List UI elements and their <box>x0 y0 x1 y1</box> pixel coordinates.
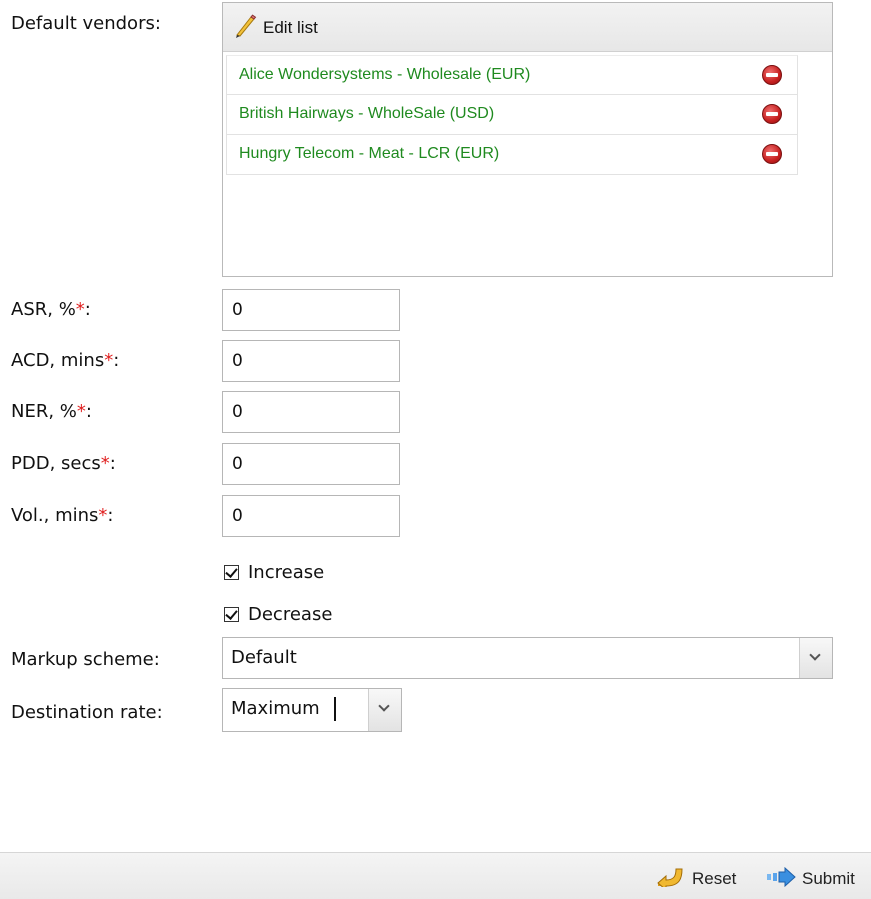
ner-label-text: NER, % <box>11 401 77 422</box>
destination-rate-label: Destination rate: <box>11 702 163 723</box>
remove-icon[interactable] <box>762 104 782 124</box>
submit-label: Submit <box>802 869 855 888</box>
ner-input[interactable] <box>222 391 400 433</box>
vendors-toolbar: Edit list <box>223 3 832 52</box>
asr-input[interactable] <box>222 289 400 331</box>
colon: : <box>109 453 116 474</box>
vendor-link[interactable]: Hungry Telecom - Meat - LCR (EUR) <box>239 145 499 163</box>
acd-label-text: ACD, mins <box>11 350 105 371</box>
reset-button[interactable]: Reset <box>656 867 737 892</box>
required-mark: * <box>75 299 85 320</box>
decrease-checkbox[interactable] <box>224 607 239 622</box>
edit-list-button[interactable]: Edit list <box>233 13 318 43</box>
increase-label: Increase <box>248 562 325 583</box>
required-mark: * <box>100 453 110 474</box>
vendor-settings-form: Default vendors: Edit list Alice Wonders… <box>0 0 871 899</box>
vendors-panel: Edit list Alice Wondersystems - Wholesal… <box>222 2 833 277</box>
colon: : <box>107 505 114 526</box>
chevron-down-icon[interactable] <box>368 689 401 731</box>
reset-label: Reset <box>692 869 737 888</box>
pencil-icon <box>233 13 257 43</box>
vendor-row: Alice Wondersystems - Wholesale (EUR) <box>226 55 798 95</box>
asr-label-text: ASR, % <box>11 299 76 320</box>
vendor-row: Hungry Telecom - Meat - LCR (EUR) <box>226 135 798 175</box>
markup-scheme-label: Markup scheme: <box>11 649 160 670</box>
vol-input[interactable] <box>222 495 400 537</box>
form-footer: Reset Submit <box>0 852 871 899</box>
vol-label: Vol., mins*: <box>11 505 114 527</box>
pdd-input[interactable] <box>222 443 400 485</box>
vendor-row: British Hairways - WholeSale (USD) <box>226 95 798 135</box>
chevron-down-icon[interactable] <box>799 638 832 678</box>
increase-checkbox-row[interactable]: Increase <box>224 562 324 583</box>
arrow-right-icon <box>766 866 796 891</box>
pdd-label: PDD, secs*: <box>11 453 116 475</box>
colon: : <box>85 401 92 422</box>
default-vendors-label: Default vendors: <box>11 13 161 34</box>
undo-arrow-icon <box>656 867 686 892</box>
vendor-link[interactable]: Alice Wondersystems - Wholesale (EUR) <box>239 66 530 84</box>
submit-button[interactable]: Submit <box>766 866 855 891</box>
destination-rate-value: Maximum <box>231 698 320 719</box>
text-caret <box>334 697 336 721</box>
required-mark: * <box>104 350 114 371</box>
ner-label: NER, %*: <box>11 401 92 423</box>
colon: : <box>113 350 120 371</box>
acd-input[interactable] <box>222 340 400 382</box>
vol-label-text: Vol., mins <box>11 505 99 526</box>
vendor-link[interactable]: British Hairways - WholeSale (USD) <box>239 105 494 123</box>
destination-rate-select[interactable]: Maximum <box>222 688 402 732</box>
increase-checkbox[interactable] <box>224 565 239 580</box>
colon: : <box>84 299 91 320</box>
required-mark: * <box>76 401 86 422</box>
vendor-list: Alice Wondersystems - Wholesale (EUR) Br… <box>226 55 798 175</box>
decrease-checkbox-row[interactable]: Decrease <box>224 604 332 625</box>
acd-label: ACD, mins*: <box>11 350 119 372</box>
decrease-label: Decrease <box>248 604 333 625</box>
pdd-label-text: PDD, secs <box>11 453 101 474</box>
remove-icon[interactable] <box>762 144 782 164</box>
markup-scheme-value: Default <box>231 647 297 668</box>
markup-scheme-select[interactable]: Default <box>222 637 833 679</box>
edit-list-label: Edit list <box>263 18 318 37</box>
remove-icon[interactable] <box>762 65 782 85</box>
asr-label: ASR, %*: <box>11 299 91 321</box>
